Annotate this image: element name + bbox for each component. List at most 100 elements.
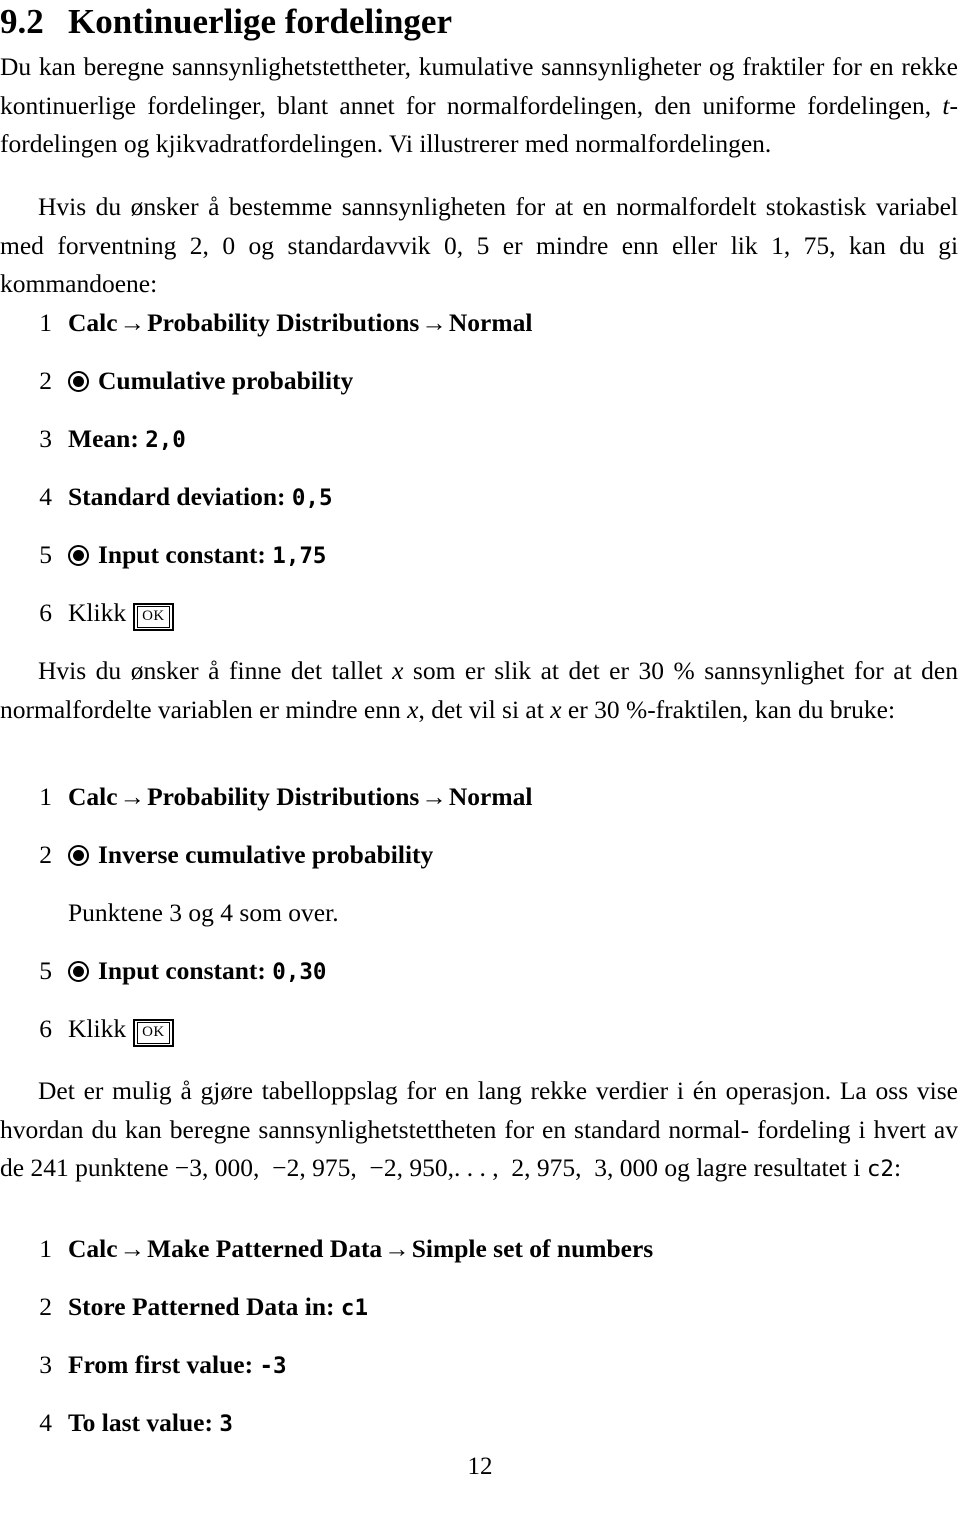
step-content-field-to-last[interactable]: To last value: 3 bbox=[68, 1406, 233, 1441]
field-value-input-constant[interactable]: 1,75 bbox=[272, 543, 326, 569]
value-point-4: 2, 975, bbox=[511, 1153, 582, 1182]
step-number: 6 bbox=[39, 598, 52, 627]
paragraph-intro-line-4: normalfordelingen. bbox=[575, 129, 772, 158]
math-italic-x: x bbox=[407, 694, 419, 724]
step-content-field-store[interactable]: Store Patterned Data in: c1 bbox=[68, 1290, 368, 1325]
radio-label-cumulative-probability[interactable]: Cumulative probability bbox=[98, 366, 353, 395]
arrow-icon: → bbox=[421, 782, 447, 811]
paragraph-cumulative-line-2c: er mindre enn eller lik bbox=[489, 230, 772, 260]
radio-button-filled-icon[interactable] bbox=[68, 845, 89, 866]
step-content-field-stdev[interactable]: Standard deviation: 0,5 bbox=[68, 480, 333, 515]
menu-item-simple-set-of-numbers[interactable]: Simple set of numbers bbox=[412, 1234, 654, 1263]
step-number: 4 bbox=[39, 1408, 52, 1437]
radio-button-filled-icon[interactable] bbox=[68, 371, 89, 392]
paragraph-patterned-line-4a: og lagre resultatet i bbox=[664, 1153, 867, 1182]
step-number: 5 bbox=[39, 540, 52, 569]
menu-item-normal[interactable]: Normal bbox=[449, 308, 533, 337]
step-list-cumulative: 1 Calc→Probability Distributions→Normal … bbox=[0, 306, 960, 654]
paragraph-cumulative-intro: Hvis du ønsker å bestemme sannsynlighete… bbox=[0, 188, 958, 304]
step-number: 1 bbox=[39, 308, 52, 337]
radio-label-inverse-cumulative-probability[interactable]: Inverse cumulative probability bbox=[98, 840, 433, 869]
list-item[interactable]: 4 Standard deviation: 0,5 bbox=[0, 480, 960, 538]
list-item[interactable]: 1 Calc→Probability Distributions→Normal bbox=[0, 780, 960, 838]
paragraph-patterned-line-4b: : bbox=[893, 1153, 902, 1182]
list-item-note: Punktene 3 og 4 som over. bbox=[0, 896, 960, 954]
page-number: 12 bbox=[467, 1453, 493, 1480]
field-value-standard-deviation[interactable]: 0,5 bbox=[292, 485, 333, 511]
menu-item-probability-distributions[interactable]: Probability Distributions bbox=[147, 308, 419, 337]
step-content-menu-path[interactable]: Calc→Make Patterned Data→Simple set of n… bbox=[68, 1232, 653, 1266]
paragraph-intro-line-3a: uniforme fordelingen, bbox=[702, 90, 943, 120]
step-number: 1 bbox=[39, 782, 52, 811]
paragraph-inverse-line-2c: er 30 %-fraktilen, bbox=[561, 694, 749, 724]
list-item[interactable]: 2 Inverse cumulative probability bbox=[0, 838, 960, 896]
list-item[interactable]: 5 Input constant: 1,75 bbox=[0, 538, 960, 596]
value-point-2: −2, 975, bbox=[272, 1153, 357, 1182]
menu-item-normal[interactable]: Normal bbox=[449, 782, 533, 811]
step-content-radio-input-constant[interactable]: Input constant: 0,30 bbox=[68, 954, 326, 989]
math-italic-x: x bbox=[550, 694, 562, 724]
field-label-mean: Mean: bbox=[68, 424, 139, 453]
list-item[interactable]: 1 Calc→Probability Distributions→Normal bbox=[0, 306, 960, 364]
step-list-patterned-data: 1 Calc→Make Patterned Data→Simple set of… bbox=[0, 1232, 960, 1464]
field-label-standard-deviation: Standard deviation: bbox=[68, 482, 286, 511]
step-number: 2 bbox=[39, 840, 52, 869]
ok-button[interactable]: OK bbox=[133, 603, 174, 631]
step-number: 2 bbox=[39, 366, 52, 395]
field-value-mean[interactable]: 2,0 bbox=[145, 427, 186, 453]
step-content-field-from-first[interactable]: From first value: -3 bbox=[68, 1348, 287, 1383]
arrow-icon: → bbox=[119, 1234, 146, 1263]
value-mean: 2, 0 bbox=[189, 230, 236, 260]
step-content-click-ok[interactable]: Klikk OK bbox=[68, 1012, 174, 1047]
radio-label-input-constant[interactable]: Input constant: bbox=[98, 540, 266, 569]
arrow-icon: → bbox=[421, 308, 447, 337]
ok-button[interactable]: OK bbox=[133, 1019, 174, 1047]
field-value-store-column[interactable]: c1 bbox=[341, 1295, 368, 1321]
step-content-radio[interactable]: Cumulative probability bbox=[68, 364, 353, 398]
menu-item-calc[interactable]: Calc bbox=[68, 1234, 118, 1263]
step-content-menu-path[interactable]: Calc→Probability Distributions→Normal bbox=[68, 306, 532, 340]
paragraph-cumulative-line-1: Hvis du ønsker å bestemme sannsynlighete… bbox=[38, 192, 867, 221]
math-italic-t: t bbox=[942, 90, 950, 120]
click-label: Klikk bbox=[68, 1014, 127, 1043]
menu-item-calc[interactable]: Calc bbox=[68, 782, 118, 811]
list-item[interactable]: 3 Mean: 2,0 bbox=[0, 422, 960, 480]
paragraph-inverse-line-2b: , det vil si at bbox=[418, 694, 551, 724]
list-item[interactable]: 2 Cumulative probability bbox=[0, 364, 960, 422]
step-content-radio-input-constant[interactable]: Input constant: 1,75 bbox=[68, 538, 326, 573]
radio-button-filled-icon[interactable] bbox=[68, 545, 89, 566]
field-value-to-last[interactable]: 3 bbox=[219, 1411, 233, 1437]
value-point-1: −3, 000, bbox=[174, 1153, 260, 1182]
step-number: 2 bbox=[39, 1292, 52, 1321]
list-item[interactable]: 2 Store Patterned Data in: c1 bbox=[0, 1290, 960, 1348]
menu-item-make-patterned-data[interactable]: Make Patterned Data bbox=[147, 1234, 382, 1263]
step-content-radio-inverse[interactable]: Inverse cumulative probability bbox=[68, 838, 433, 872]
step-content-click-ok[interactable]: Klikk OK bbox=[68, 596, 174, 631]
paragraph-cumulative-line-2d: , bbox=[829, 230, 836, 260]
list-item[interactable]: 6 Klikk OK bbox=[0, 596, 960, 654]
paragraph-patterned-data-intro: Det er mulig å gjøre tabelloppslag for e… bbox=[0, 1072, 958, 1189]
document-page: 9.2 Kontinuerlige fordelinger Du kan bere… bbox=[0, 0, 960, 1516]
step-content-field-mean[interactable]: Mean: 2,0 bbox=[68, 422, 186, 457]
menu-item-calc[interactable]: Calc bbox=[68, 308, 118, 337]
value-stdev: 0, 5 bbox=[444, 230, 490, 260]
field-value-input-constant[interactable]: 0,30 bbox=[272, 959, 326, 985]
menu-item-probability-distributions[interactable]: Probability Distributions bbox=[147, 782, 419, 811]
section-number: 9.2 bbox=[0, 2, 44, 41]
step-content-menu-path[interactable]: Calc→Probability Distributions→Normal bbox=[68, 780, 532, 814]
radio-label-input-constant[interactable]: Input constant: bbox=[98, 956, 266, 985]
field-value-from-first[interactable]: -3 bbox=[259, 1353, 286, 1379]
section-title: Kontinuerlige fordelinger bbox=[68, 2, 452, 41]
list-item[interactable]: 6 Klikk OK bbox=[0, 1012, 960, 1070]
step-number: 4 bbox=[39, 482, 52, 511]
field-label-store-patterned-data-in: Store Patterned Data in: bbox=[68, 1292, 335, 1321]
paragraph-inverse-intro: Hvis du ønsker å finne det tallet x som … bbox=[0, 652, 958, 729]
list-item[interactable]: 3 From first value: -3 bbox=[0, 1348, 960, 1406]
list-item[interactable]: 1 Calc→Make Patterned Data→Simple set of… bbox=[0, 1232, 960, 1290]
ok-button-label: OK bbox=[137, 1022, 170, 1044]
radio-button-filled-icon[interactable] bbox=[68, 961, 89, 982]
paragraph-intro: Du kan beregne sannsynlighetstettheter, … bbox=[0, 48, 958, 164]
list-item[interactable]: 5 Input constant: 0,30 bbox=[0, 954, 960, 1012]
value-point-3: −2, 950, bbox=[369, 1153, 454, 1182]
arrow-icon: → bbox=[119, 308, 146, 337]
